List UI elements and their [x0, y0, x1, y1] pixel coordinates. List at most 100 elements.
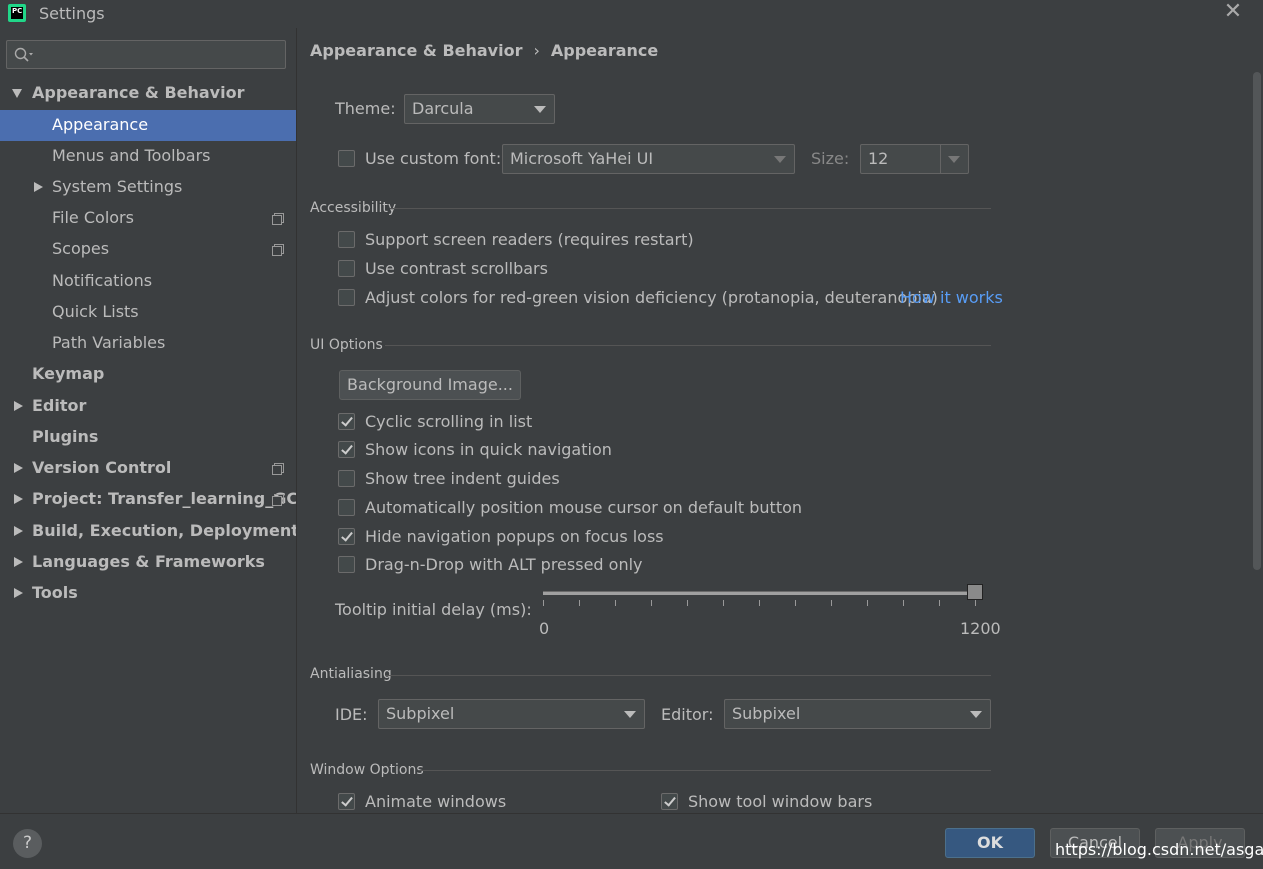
- section-divider: [419, 770, 991, 771]
- section-divider: [386, 675, 991, 676]
- chevron-right-icon: [14, 557, 23, 567]
- slider-tick: [543, 600, 544, 606]
- sidebar-item-appearance[interactable]: Appearance: [0, 110, 296, 141]
- sidebar-item-file-colors[interactable]: File Colors: [0, 203, 296, 234]
- sidebar-item-languages[interactable]: Languages & Frameworks: [0, 547, 296, 578]
- project-scope-icon: [272, 213, 284, 225]
- content-scrollbar[interactable]: [1253, 72, 1261, 570]
- sidebar-item-keymap[interactable]: Keymap: [0, 359, 296, 390]
- font-size-combo[interactable]: 12: [860, 144, 969, 174]
- slider-tick: [723, 600, 724, 606]
- chevron-right-icon: [14, 494, 23, 504]
- settings-content: Appearance & Behavior › Appearance Theme: …: [297, 28, 1263, 813]
- sidebar-item-project[interactable]: Project: Transfer_learning_GCN: [0, 484, 312, 515]
- project-scope-icon: [272, 494, 284, 506]
- slider-tick: [759, 600, 760, 606]
- breadcrumb-current: Appearance: [550, 41, 659, 60]
- sidebar-item-menus-toolbars[interactable]: Menus and Toolbars: [0, 141, 296, 172]
- slider-tick: [975, 600, 976, 606]
- drag-drop-checkbox[interactable]: [338, 556, 355, 573]
- font-size-label: Size:: [811, 149, 850, 168]
- sidebar-item-version-control[interactable]: Version Control: [0, 453, 296, 484]
- tree-indent-checkbox[interactable]: [338, 470, 355, 487]
- sidebar-item-plugins[interactable]: Plugins: [0, 422, 296, 453]
- chevron-down-icon: [970, 711, 982, 718]
- ide-antialiasing-dropdown[interactable]: Subpixel: [378, 699, 645, 729]
- sidebar-item-path-variables[interactable]: Path Variables: [0, 328, 296, 359]
- chevron-right-icon: [34, 182, 43, 192]
- close-icon[interactable]: ✕: [1222, 1, 1244, 24]
- background-image-button[interactable]: Background Image...: [339, 370, 521, 400]
- sidebar-item-quick-lists[interactable]: Quick Lists: [0, 297, 296, 328]
- search-input[interactable]: [6, 40, 286, 69]
- tooltip-min-label: 0: [539, 619, 550, 638]
- tooltip-max-label: 1200: [960, 619, 1001, 638]
- project-scope-icon: [272, 463, 284, 475]
- section-window-options: Window Options: [310, 762, 424, 778]
- section-divider: [385, 345, 991, 346]
- custom-font-checkbox[interactable]: [338, 150, 355, 167]
- help-button[interactable]: ?: [13, 829, 42, 858]
- section-divider: [390, 208, 991, 209]
- slider-tick: [795, 600, 796, 606]
- custom-font-dropdown[interactable]: Microsoft YaHei UI: [502, 144, 795, 174]
- theme-label: Theme:: [335, 99, 396, 118]
- section-accessibility: Accessibility: [310, 200, 397, 216]
- watermark: https://blog.csdn.net/asgags: [1055, 840, 1263, 859]
- show-icons-checkbox[interactable]: [338, 441, 355, 458]
- search-icon: [14, 47, 33, 62]
- slider-tick: [651, 600, 652, 606]
- sidebar-item-tools[interactable]: Tools: [0, 578, 296, 609]
- adjust-colors-checkbox[interactable]: [338, 289, 355, 306]
- slider-tick: [903, 600, 904, 606]
- chevron-down-icon: [624, 711, 636, 718]
- how-it-works-link[interactable]: How it works: [900, 288, 1003, 307]
- sidebar-item-scopes[interactable]: Scopes: [0, 234, 296, 265]
- title-bar: PC Settings ✕: [0, 0, 1263, 28]
- ok-button[interactable]: OK: [945, 828, 1035, 858]
- sidebar-item-notifications[interactable]: Notifications: [0, 266, 296, 297]
- animate-windows-checkbox[interactable]: [338, 793, 355, 810]
- breadcrumb: Appearance & Behavior › Appearance: [310, 41, 658, 60]
- chevron-down-icon: [12, 89, 22, 98]
- sidebar-item-editor[interactable]: Editor: [0, 391, 296, 422]
- sidebar-item-system-settings[interactable]: System Settings: [0, 172, 296, 203]
- breadcrumb-parent[interactable]: Appearance & Behavior: [310, 41, 522, 60]
- breadcrumb-separator: ›: [533, 41, 540, 60]
- window-title: Settings: [39, 4, 105, 23]
- chevron-right-icon: [14, 401, 23, 411]
- slider-tick: [939, 600, 940, 606]
- contrast-scrollbars-checkbox[interactable]: [338, 260, 355, 277]
- chevron-down-icon: [534, 106, 546, 113]
- tooltip-delay-slider[interactable]: [543, 584, 983, 624]
- chevron-right-icon: [14, 588, 23, 598]
- hide-popups-checkbox[interactable]: [338, 528, 355, 545]
- editor-antialiasing-dropdown[interactable]: Subpixel: [724, 699, 991, 729]
- settings-sidebar: Appearance & Behavior Appearance Menus a…: [0, 28, 312, 813]
- sidebar-item-appearance-behavior[interactable]: Appearance & Behavior: [0, 78, 296, 109]
- chevron-down-icon: [774, 156, 786, 163]
- tooltip-delay-label: Tooltip initial delay (ms):: [335, 600, 532, 619]
- editor-label: Editor:: [661, 705, 714, 724]
- slider-tick: [615, 600, 616, 606]
- chevron-down-icon: [948, 156, 960, 163]
- section-ui-options: UI Options: [310, 337, 383, 353]
- project-scope-icon: [272, 244, 284, 256]
- cyclic-scrolling-checkbox[interactable]: [338, 413, 355, 430]
- tool-window-bars-checkbox[interactable]: [661, 793, 678, 810]
- slider-tick: [831, 600, 832, 606]
- slider-tick: [579, 600, 580, 606]
- ide-label: IDE:: [335, 705, 368, 724]
- sidebar-item-build[interactable]: Build, Execution, Deployment: [0, 516, 299, 547]
- pycharm-logo-icon: PC: [8, 4, 26, 22]
- auto-cursor-checkbox[interactable]: [338, 499, 355, 516]
- chevron-right-icon: [14, 526, 23, 536]
- slider-tick: [867, 600, 868, 606]
- screen-readers-checkbox[interactable]: [338, 231, 355, 248]
- slider-tick: [687, 600, 688, 606]
- section-antialiasing: Antialiasing: [310, 666, 392, 682]
- slider-thumb[interactable]: [967, 584, 983, 600]
- chevron-right-icon: [14, 463, 23, 473]
- theme-dropdown[interactable]: Darcula: [404, 94, 555, 124]
- slider-track: [543, 591, 979, 595]
